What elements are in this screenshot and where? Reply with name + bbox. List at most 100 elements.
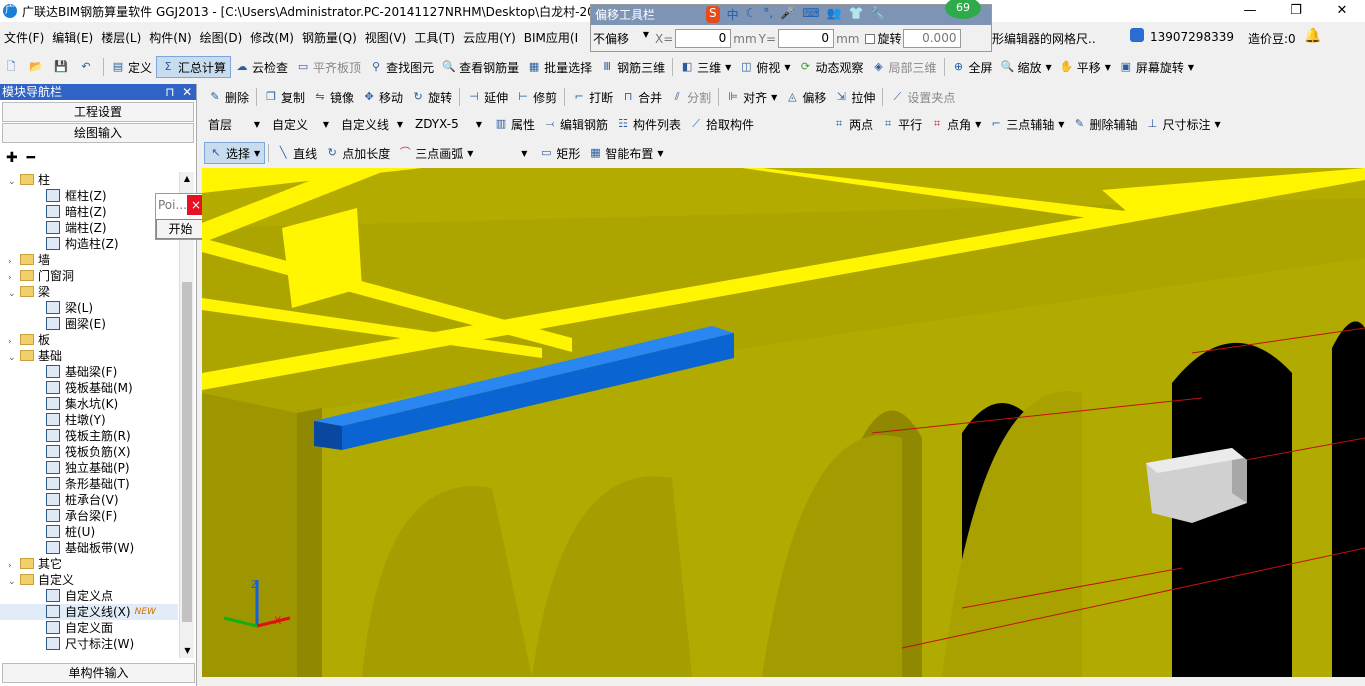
undo-icon[interactable]: ↶ — [75, 56, 100, 78]
calculate-button[interactable]: Σ 汇总计算 — [156, 56, 232, 78]
menu-modify[interactable]: 修改(M) — [246, 29, 298, 46]
stretch-button[interactable]: ⇲ 拉伸 — [830, 86, 879, 108]
pan-button[interactable]: ✋ 平移 ▼ — [1056, 56, 1115, 78]
open-icon[interactable]: 📂 — [25, 56, 50, 78]
trim-button[interactable]: ⊢ 修剪 — [512, 86, 561, 108]
tree-folder[interactable]: › 墙 — [0, 252, 178, 268]
parallel-axis-button[interactable]: ⌗ 平行 — [877, 113, 926, 135]
orbit-button[interactable]: ⟳ 动态观察 — [794, 56, 867, 78]
break-button[interactable]: ⌐ 打断 — [568, 86, 617, 108]
tree-item[interactable]: 独立基础(P) — [0, 460, 178, 476]
tree-folder[interactable]: ⌄ 基础 — [0, 348, 178, 364]
tree-item[interactable]: 集水坑(K) — [0, 396, 178, 412]
top-view-button[interactable]: ◫ 俯视 ▼ — [735, 56, 794, 78]
select-button[interactable]: ↖ 选择 ▼ — [204, 142, 266, 164]
arc-option-select[interactable]: ▼ — [477, 143, 531, 163]
3d-model-scene[interactable]: Z X — [202, 168, 1365, 677]
two-point-axis-button[interactable]: ⌗ 两点 — [828, 113, 877, 135]
offset-button[interactable]: ◬ 偏移 — [781, 86, 830, 108]
punctuation-icon[interactable]: °, — [763, 6, 773, 23]
line-button[interactable]: ╲ 直线 — [272, 142, 321, 164]
tree-folder[interactable]: › 其它 — [0, 556, 178, 572]
3d-view-button[interactable]: ◧ 三维 ▼ — [676, 56, 735, 78]
tree-item[interactable]: 桩承台(V) — [0, 492, 178, 508]
align-button[interactable]: ⊫ 对齐 ▼ — [722, 86, 781, 108]
floor-select[interactable]: 首层 ▼ — [204, 114, 264, 134]
rectangle-button[interactable]: ▭ 矩形 — [535, 142, 584, 164]
close-button[interactable]: ✕ — [1319, 0, 1365, 22]
tree-folder[interactable]: › 板 — [0, 332, 178, 348]
rotate-input[interactable]: 0.000 — [903, 29, 962, 48]
type-select[interactable]: 自定义线 ▼ — [337, 114, 407, 134]
tree-item[interactable]: 筏板主筋(R) — [0, 428, 178, 444]
menu-draw[interactable]: 绘图(D) — [196, 29, 247, 46]
edit-rebar-button[interactable]: ⤙ 编辑钢筋 — [539, 113, 612, 135]
component-list-button[interactable]: ☷ 构件列表 — [612, 113, 685, 135]
menu-file[interactable]: 文件(F) — [0, 29, 48, 46]
menu-view[interactable]: 视图(V) — [361, 29, 411, 46]
rebar-3d-button[interactable]: Ⅲ 钢筋三维 — [596, 56, 669, 78]
fullscreen-button[interactable]: ⊕ 全屏 — [948, 56, 997, 78]
scroll-down-icon[interactable]: ▼ — [180, 644, 195, 658]
wrench-icon[interactable]: 🔧 — [870, 6, 885, 23]
phone-number[interactable]: 13907298339 — [1150, 30, 1234, 44]
single-component-input-button[interactable]: 单构件输入 — [2, 663, 195, 683]
menu-bim[interactable]: BIM应用(I — [520, 29, 582, 46]
split-button[interactable]: ⫽ 分割 — [666, 86, 715, 108]
save-icon[interactable]: 💾 — [50, 56, 75, 78]
mic-icon[interactable]: 🎤 — [780, 6, 795, 23]
extend-button[interactable]: ⊣ 延伸 — [463, 86, 512, 108]
tree-item[interactable]: 端柱(Z) — [0, 220, 178, 236]
menu-floor[interactable]: 楼层(L) — [97, 29, 145, 46]
tree-item[interactable]: 梁(L) — [0, 300, 178, 316]
tree-item[interactable]: 暗柱(Z) — [0, 204, 178, 220]
tree-folder[interactable]: › 门窗洞 — [0, 268, 178, 284]
tree-item[interactable]: 构造柱(Z) — [0, 236, 178, 252]
cloud-check-button[interactable]: ☁ 云检查 — [231, 56, 292, 78]
delete-button[interactable]: ✎ 删除 — [204, 86, 253, 108]
copy-button[interactable]: ❐ 复制 — [260, 86, 309, 108]
beans-count[interactable]: 造价豆:0 — [1248, 30, 1296, 47]
screen-rotate-button[interactable]: ▣ 屏幕旋转 ▼ — [1115, 56, 1198, 78]
menu-rebar[interactable]: 钢筋量(Q) — [298, 29, 361, 46]
y-input[interactable]: 0 — [778, 29, 835, 48]
rotate-checkbox[interactable] — [865, 33, 876, 44]
tree-item[interactable]: 条形基础(T) — [0, 476, 178, 492]
tree-item[interactable]: 自定义线(X) NEW — [0, 604, 178, 620]
tree-item[interactable]: 承台梁(F) — [0, 508, 178, 524]
x-input[interactable]: 0 — [675, 29, 732, 48]
component-name-select[interactable]: ZDYX-5 ▼ — [411, 114, 486, 134]
tree-item[interactable]: 基础梁(F) — [0, 364, 178, 380]
offset-mode-select[interactable]: 不偏移 ▼ — [593, 30, 653, 47]
point-length-button[interactable]: ↻ 点加长度 — [321, 142, 394, 164]
delete-axis-button[interactable]: ✎ 删除辅轴 — [1068, 113, 1141, 135]
maximize-button[interactable]: ❐ — [1273, 0, 1319, 22]
dimension-button[interactable]: ⊥ 尺寸标注 ▼ — [1141, 113, 1224, 135]
tree-folder[interactable]: ⌄ 梁 — [0, 284, 178, 300]
ime-chinese-icon[interactable]: 中 — [727, 6, 739, 23]
tree-item[interactable]: 筏板负筋(X) — [0, 444, 178, 460]
tree-item[interactable]: 自定义面 — [0, 620, 178, 636]
tree-item[interactable]: 筏板基础(M) — [0, 380, 178, 396]
tree-item[interactable]: 自定义点 — [0, 588, 178, 604]
grip-button[interactable]: ⟋ 设置夹点 — [886, 86, 959, 108]
user-icon[interactable]: 👥 — [827, 6, 842, 23]
3d-viewport[interactable]: Z X — [202, 168, 1365, 677]
smart-layout-button[interactable]: ▦ 智能布置 ▼ — [584, 142, 667, 164]
mirror-button[interactable]: ⇋ 镜像 — [309, 86, 358, 108]
collapse-all-icon[interactable]: ━ — [27, 150, 35, 166]
point-angle-button[interactable]: ⌗ 点角 ▼ — [926, 113, 985, 135]
shirt-icon[interactable]: 👕 — [848, 6, 863, 23]
start-button[interactable]: 开始 — [156, 219, 205, 239]
menu-edit[interactable]: 编辑(E) — [48, 29, 97, 46]
keyboard-icon[interactable]: ⌨ — [802, 6, 819, 23]
define-button[interactable]: ▤ 定义 — [107, 56, 156, 78]
menu-cloud[interactable]: 云应用(Y) — [459, 29, 520, 46]
pick-component-button[interactable]: ⟋ 拾取构件 — [685, 113, 758, 135]
category-select[interactable]: 自定义 ▼ — [268, 114, 333, 134]
sogou-icon[interactable]: S — [706, 6, 720, 23]
scroll-thumb[interactable] — [182, 282, 192, 622]
zoom-button[interactable]: 🔍 缩放 ▼ — [997, 56, 1056, 78]
tree-folder[interactable]: ⌄ 柱 — [0, 172, 178, 188]
tree-item[interactable]: 框柱(Z) — [0, 188, 178, 204]
